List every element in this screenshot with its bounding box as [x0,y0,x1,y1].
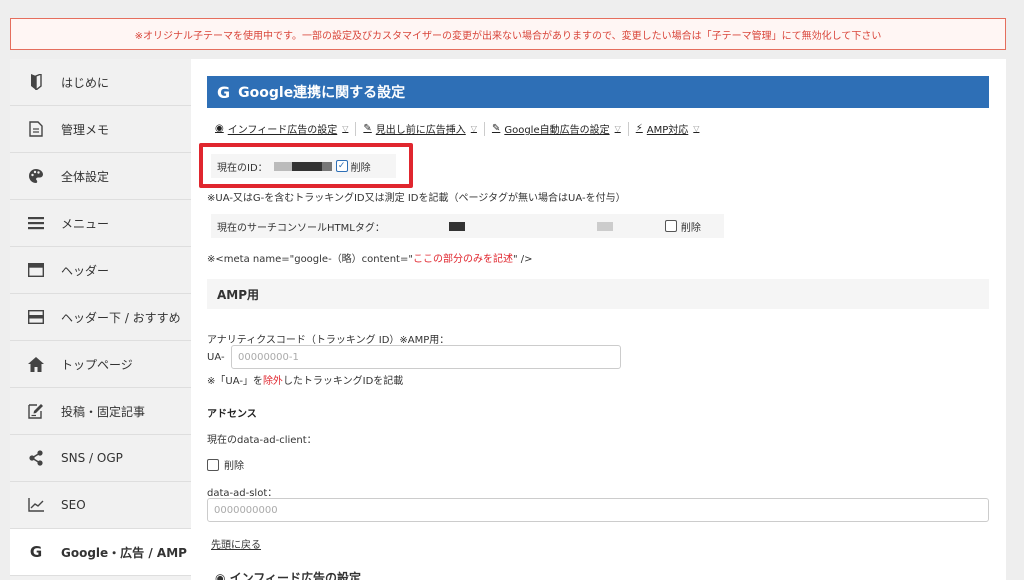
tab-infeed-ads[interactable]: ◉ インフィード広告の設定 ▽ [215,121,348,136]
sidebar-item-top-page[interactable]: トップページ [10,341,191,388]
ua-tracking-input[interactable]: 00000000-1 [231,345,621,369]
sidebar-item-general[interactable]: 全体設定 [10,153,191,200]
highlight-box [199,143,413,188]
delete-console-checkbox[interactable] [664,220,677,232]
ua-prefix: UA- [207,352,225,363]
sidebar-item-header[interactable]: ヘッダー [10,247,191,294]
sidebar-item-label: SEO [61,498,86,512]
ua-note-prefix: ※「UA-」を [207,376,263,387]
section-tabs: ◉ インフィード広告の設定 ▽ ✎ 見出し前に広告挿入 ▽ ✎ Google自動… [215,121,699,136]
tab-label: AMP対応 [646,125,689,136]
main-content: G Google連携に関する設定 ◉ インフィード広告の設定 ▽ ✎ 見出し前に… [191,59,1006,580]
sidebar-item-label: はじめに [61,75,110,90]
meta-note-highlight: ここの部分のみを記述 [412,254,513,265]
sidebar-item-label: メニュー [61,216,110,231]
chart-icon [25,494,47,516]
tab-divider [355,121,357,136]
id-note: ※UA-又はG-を含むトラッキングID又は測定 IDを記載（ページタグが無い場合… [207,193,626,204]
search-console-label: 現在のサーチコンソールHTMLタグ： [217,222,385,234]
sidebar-item-menu[interactable]: メニュー [10,200,191,247]
ua-note-highlight: 除外 [262,376,283,387]
sidebar-item-label: SNS / OGP [61,451,123,465]
adsense-heading: アドセンス [207,409,257,420]
delete-client-row: 削除 [207,457,244,472]
google-icon: G [29,543,43,561]
section-title-bar: G Google連携に関する設定 [207,76,989,108]
sidebar-item-label: 投稿・固定記事 [61,404,146,419]
memo-icon [25,118,47,140]
meta-note-suffix: " /> [512,254,533,265]
delete-label: 削除 [680,222,701,234]
pen-icon: ✎ [491,123,501,134]
menu-icon [25,212,47,234]
google-icon: G [217,82,231,102]
chevron-down-icon: ▽ [614,124,621,133]
home-icon [25,353,47,375]
tab-amp[interactable]: ⚡ AMP対応 ▽ [636,121,700,136]
sidebar-item-label: ヘッダー下 / おすすめ [61,310,181,325]
sidebar-item-header-below[interactable]: ヘッダー下 / おすすめ [10,294,191,341]
redacted-tag [596,221,613,231]
pin-icon: ◉ [215,571,230,580]
tab-label: 見出し前に広告挿入 [375,125,466,136]
meta-note: ※<meta name="google-（略）content="ここの部分のみを… [207,250,532,265]
sidebar-item-label: 全体設定 [61,169,110,184]
bolt-icon: ⚡ [635,123,643,134]
sidebar-item-label: Google・広告 / AMP [61,545,187,560]
search-console-row: 現在のサーチコンソールHTMLタグ： 削除 [211,214,724,238]
sidebar-item-posts[interactable]: 投稿・固定記事 [10,388,191,435]
pin-icon: ◉ [215,123,224,134]
analytics-label: アナリティクスコード（トラッキング ID）※AMP用： [207,335,450,346]
sidebar-item-beginner[interactable]: はじめに [10,59,191,106]
ad-client-label: 現在のdata-ad-client： [207,435,317,446]
sidebar-item-label: 管理メモ [61,122,110,137]
sidebar-item-label: ヘッダー [61,263,110,278]
pen-icon: ✎ [363,123,372,134]
next-section-title: インフィード広告の設定 [229,571,362,580]
tab-auto-ads[interactable]: ✎ Google自動広告の設定 ▽ [492,121,621,136]
ad-slot-input[interactable]: 0000000000 [207,498,989,522]
tab-divider [627,121,629,136]
sidebar-item-memo[interactable]: 管理メモ [10,106,191,153]
share-icon [25,447,47,469]
next-section-heading: ◉ インフィード広告の設定 [215,569,361,580]
chevron-down-icon: ▽ [342,124,349,133]
ua-note-suffix: したトラッキングIDを記載 [282,376,404,387]
tab-label: インフィード広告の設定 [227,125,338,136]
chevron-down-icon: ▽ [693,124,700,133]
delete-label: 削除 [224,461,244,472]
sidebar-item-sns[interactable]: SNS / OGP [10,435,191,482]
amp-section-heading: AMP用 [207,279,989,309]
beginner-icon [25,71,47,93]
back-to-top-link[interactable]: 先頭に戻る [211,536,261,551]
header-icon [25,259,47,281]
meta-note-prefix: ※<meta name="google-（略）content=" [207,254,413,265]
sidebar-item-label: トップページ [61,357,133,372]
redacted-tag [448,221,465,231]
chevron-down-icon: ▽ [470,124,477,133]
tab-label: Google自動広告の設定 [504,125,610,136]
tab-divider [483,121,485,136]
delete-client-checkbox[interactable] [207,458,219,471]
ua-note: ※「UA-」を除外したトラッキングIDを記載 [207,372,403,387]
edit-icon [25,400,47,422]
sidebar-item-google-ads-amp[interactable]: G Google・広告 / AMP [10,529,191,576]
page-title: Google連携に関する設定 [238,85,406,101]
child-theme-notice: ※オリジナル子テーマを使用中です。一部の設定及びカスタマイザーの変更が出来ない場… [10,18,1006,50]
tab-heading-ads[interactable]: ✎ 見出し前に広告挿入 ▽ [363,121,477,136]
ad-slot-label: data-ad-slot： [207,488,278,499]
sidebar: はじめに 管理メモ 全体設定 メニュー ヘッダー ヘッダー下 / おすすめ トッ… [10,59,191,580]
sidebar-item-seo[interactable]: SEO [10,482,191,529]
header-below-icon [25,306,47,328]
palette-icon [25,165,47,187]
